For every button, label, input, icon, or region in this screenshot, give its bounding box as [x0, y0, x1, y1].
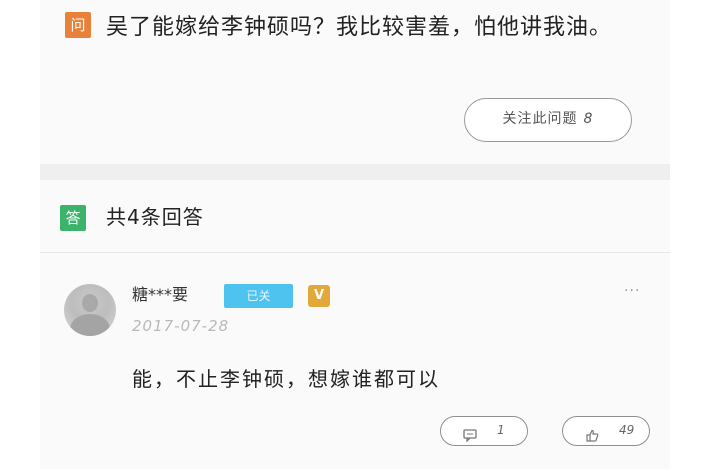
- answer-username[interactable]: 糖***要: [132, 284, 188, 306]
- comment-count: 1: [497, 423, 505, 437]
- question-text: 吴了能嫁给李钟硕吗？我比较害羞，怕他讲我油。: [106, 15, 613, 40]
- answer-badge: 答: [60, 205, 86, 231]
- answer-count: 共4条回答: [106, 205, 204, 229]
- level-badge: V: [308, 285, 330, 307]
- like-count: 49: [619, 423, 635, 437]
- answer-date: 2017-07-28: [132, 317, 230, 335]
- section-divider: [40, 164, 670, 180]
- avatar[interactable]: [64, 284, 116, 336]
- answer-text: 能，不止李钟硕，想嫁谁都可以: [132, 367, 440, 391]
- avatar-head: [82, 294, 98, 312]
- qa-page: 问 吴了能嫁给李钟硕吗？我比较害羞，怕他讲我油。 关注此问题 8 答 共4条回答 …: [40, 0, 670, 469]
- more-dots-icon[interactable]: ···: [624, 284, 640, 298]
- like-button[interactable]: 49: [562, 416, 650, 446]
- avatar-body: [70, 314, 110, 336]
- follow-count: 8: [583, 111, 594, 127]
- status-badge: 已关: [224, 284, 293, 308]
- comment-button[interactable]: 1: [440, 416, 528, 446]
- comment-icon: [463, 425, 477, 452]
- follow-question-button[interactable]: 关注此问题 8: [464, 98, 632, 142]
- header-divider: [40, 252, 670, 253]
- like-icon: [585, 425, 599, 452]
- question-badge: 问: [65, 12, 91, 38]
- follow-label: 关注此问题: [502, 111, 578, 127]
